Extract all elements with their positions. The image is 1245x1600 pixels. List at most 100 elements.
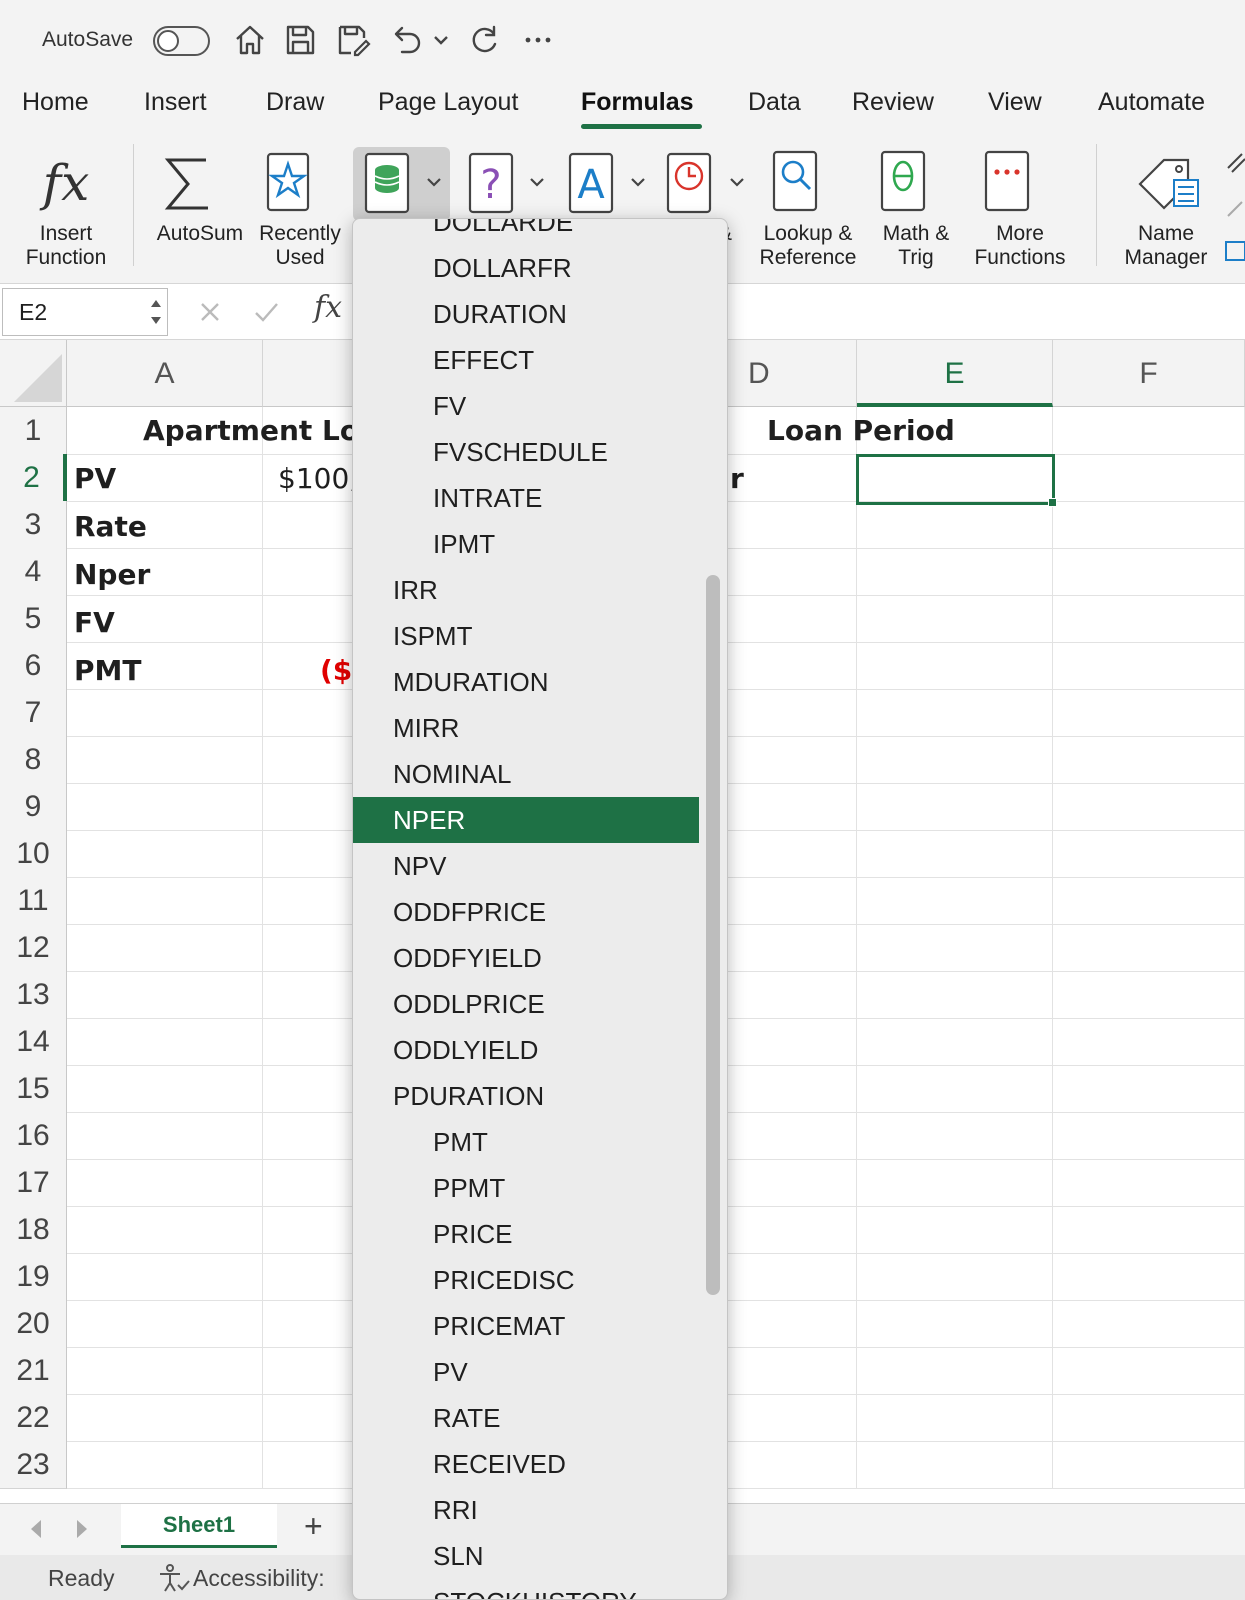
next-sheet-icon[interactable] bbox=[72, 1518, 92, 1540]
tab-page-layout[interactable]: Page Layout bbox=[378, 88, 518, 117]
cell-a5[interactable]: FV bbox=[74, 599, 254, 647]
cell-d1-title[interactable]: Loan Period bbox=[767, 407, 1067, 455]
grid-cell[interactable] bbox=[67, 1394, 263, 1442]
tab-data[interactable]: Data bbox=[748, 88, 801, 117]
grid-cell[interactable] bbox=[67, 830, 263, 878]
grid-cell[interactable] bbox=[857, 1065, 1053, 1113]
row-header-19[interactable]: 19 bbox=[0, 1253, 67, 1301]
row-header-5[interactable]: 5 bbox=[0, 595, 67, 643]
grid-cell[interactable] bbox=[1053, 1065, 1245, 1113]
financial-database-icon[interactable] bbox=[364, 152, 414, 216]
grid-cell[interactable] bbox=[857, 501, 1053, 549]
redo-icon[interactable] bbox=[466, 22, 502, 58]
grid-cell[interactable] bbox=[1053, 642, 1245, 690]
grid-cell[interactable] bbox=[857, 736, 1053, 784]
autosum-button[interactable]: AutoSum bbox=[152, 138, 248, 278]
row-header-6[interactable]: 6 bbox=[0, 642, 67, 690]
column-header-a[interactable]: A bbox=[67, 340, 263, 407]
grid-cell[interactable] bbox=[1053, 595, 1245, 643]
grid-cell[interactable] bbox=[857, 1441, 1053, 1489]
grid-cell[interactable] bbox=[857, 924, 1053, 972]
grid-cell[interactable] bbox=[857, 830, 1053, 878]
grid-cell[interactable] bbox=[857, 548, 1053, 596]
grid-cell[interactable] bbox=[67, 877, 263, 925]
grid-cell[interactable] bbox=[1053, 1112, 1245, 1160]
select-all-corner[interactable] bbox=[0, 340, 67, 407]
undo-icon[interactable] bbox=[388, 22, 424, 58]
menu-item-npv[interactable]: NPV bbox=[353, 843, 699, 889]
accessibility-icon[interactable] bbox=[156, 1563, 190, 1593]
menu-item-duration[interactable]: DURATION bbox=[353, 291, 699, 337]
menu-item-ipmt[interactable]: IPMT bbox=[353, 521, 699, 567]
menu-item-dollarfr[interactable]: DOLLARFR bbox=[353, 245, 699, 291]
active-cell-e2[interactable] bbox=[856, 454, 1055, 505]
row-header-23[interactable]: 23 bbox=[0, 1441, 67, 1489]
row-header-13[interactable]: 13 bbox=[0, 971, 67, 1019]
menu-item-rate[interactable]: RATE bbox=[353, 1395, 699, 1441]
row-header-8[interactable]: 8 bbox=[0, 736, 67, 784]
tab-draw[interactable]: Draw bbox=[266, 88, 324, 117]
menu-item-received[interactable]: RECEIVED bbox=[353, 1441, 699, 1487]
grid-cell[interactable] bbox=[1053, 877, 1245, 925]
row-header-7[interactable]: 7 bbox=[0, 689, 67, 737]
menu-item-pricemat[interactable]: PRICEMAT bbox=[353, 1303, 699, 1349]
menu-item-sln[interactable]: SLN bbox=[353, 1533, 699, 1579]
tab-view[interactable]: View bbox=[988, 88, 1042, 117]
grid-cell[interactable] bbox=[1053, 830, 1245, 878]
previous-sheet-icon[interactable] bbox=[26, 1518, 46, 1540]
grid-cell[interactable] bbox=[857, 783, 1053, 831]
menu-item-nper[interactable]: NPER bbox=[353, 797, 699, 843]
math-trig-button[interactable]: Math & Trig bbox=[876, 138, 956, 278]
grid-cell[interactable] bbox=[67, 1065, 263, 1113]
row-header-2[interactable]: 2 bbox=[0, 454, 67, 502]
row-header-22[interactable]: 22 bbox=[0, 1394, 67, 1442]
fx-icon[interactable]: fx bbox=[314, 290, 342, 325]
grid-cell[interactable] bbox=[857, 1018, 1053, 1066]
row-header-12[interactable]: 12 bbox=[0, 924, 67, 972]
grid-cell[interactable] bbox=[1053, 1018, 1245, 1066]
save-as-icon[interactable] bbox=[335, 22, 371, 58]
menu-item-mirr[interactable]: MIRR bbox=[353, 705, 699, 751]
grid-cell[interactable] bbox=[857, 689, 1053, 737]
grid-cell[interactable] bbox=[1053, 1347, 1245, 1395]
grid-cell[interactable] bbox=[1053, 783, 1245, 831]
menu-item-rri[interactable]: RRI bbox=[353, 1487, 699, 1533]
grid-cell[interactable] bbox=[67, 1159, 263, 1207]
grid-cell[interactable] bbox=[1053, 689, 1245, 737]
menu-item-pv[interactable]: PV bbox=[353, 1349, 699, 1395]
menu-item-ispmt[interactable]: ISPMT bbox=[353, 613, 699, 659]
grid-cell[interactable] bbox=[67, 783, 263, 831]
row-header-15[interactable]: 15 bbox=[0, 1065, 67, 1113]
row-header-14[interactable]: 14 bbox=[0, 1018, 67, 1066]
grid-cell[interactable] bbox=[67, 736, 263, 784]
cell-a3[interactable]: Rate bbox=[74, 503, 254, 551]
menu-item-oddfprice[interactable]: ODDFPRICE bbox=[353, 889, 699, 935]
grid-cell[interactable] bbox=[67, 1441, 263, 1489]
grid-cell[interactable] bbox=[67, 1347, 263, 1395]
menu-item-irr[interactable]: IRR bbox=[353, 567, 699, 613]
menu-item-mduration[interactable]: MDURATION bbox=[353, 659, 699, 705]
cell-a2[interactable]: PV bbox=[74, 455, 254, 503]
grid-cell[interactable] bbox=[857, 595, 1053, 643]
logical-question-icon[interactable]: ? bbox=[468, 152, 518, 216]
row-header-1[interactable]: 1 bbox=[0, 407, 67, 455]
grid-cell[interactable] bbox=[857, 1253, 1053, 1301]
grid-cell[interactable] bbox=[1053, 407, 1245, 455]
cell-a4[interactable]: Nper bbox=[74, 551, 254, 599]
menu-scrollbar-thumb[interactable] bbox=[706, 575, 720, 1295]
cell-a6[interactable]: PMT bbox=[74, 647, 254, 695]
tab-automate[interactable]: Automate bbox=[1098, 88, 1205, 117]
grid-cell[interactable] bbox=[857, 1112, 1053, 1160]
row-header-16[interactable]: 16 bbox=[0, 1112, 67, 1160]
row-header-21[interactable]: 21 bbox=[0, 1347, 67, 1395]
menu-item-oddlprice[interactable]: ODDLPRICE bbox=[353, 981, 699, 1027]
tab-insert[interactable]: Insert bbox=[144, 88, 207, 117]
row-header-4[interactable]: 4 bbox=[0, 548, 67, 596]
menu-item-fvschedule[interactable]: FVSCHEDULE bbox=[353, 429, 699, 475]
grid-cell[interactable] bbox=[857, 1347, 1053, 1395]
menu-item-pduration[interactable]: PDURATION bbox=[353, 1073, 699, 1119]
fill-handle[interactable] bbox=[1048, 498, 1057, 507]
row-header-17[interactable]: 17 bbox=[0, 1159, 67, 1207]
define-name-icon[interactable] bbox=[1222, 146, 1245, 276]
more-options-icon[interactable] bbox=[520, 22, 556, 58]
